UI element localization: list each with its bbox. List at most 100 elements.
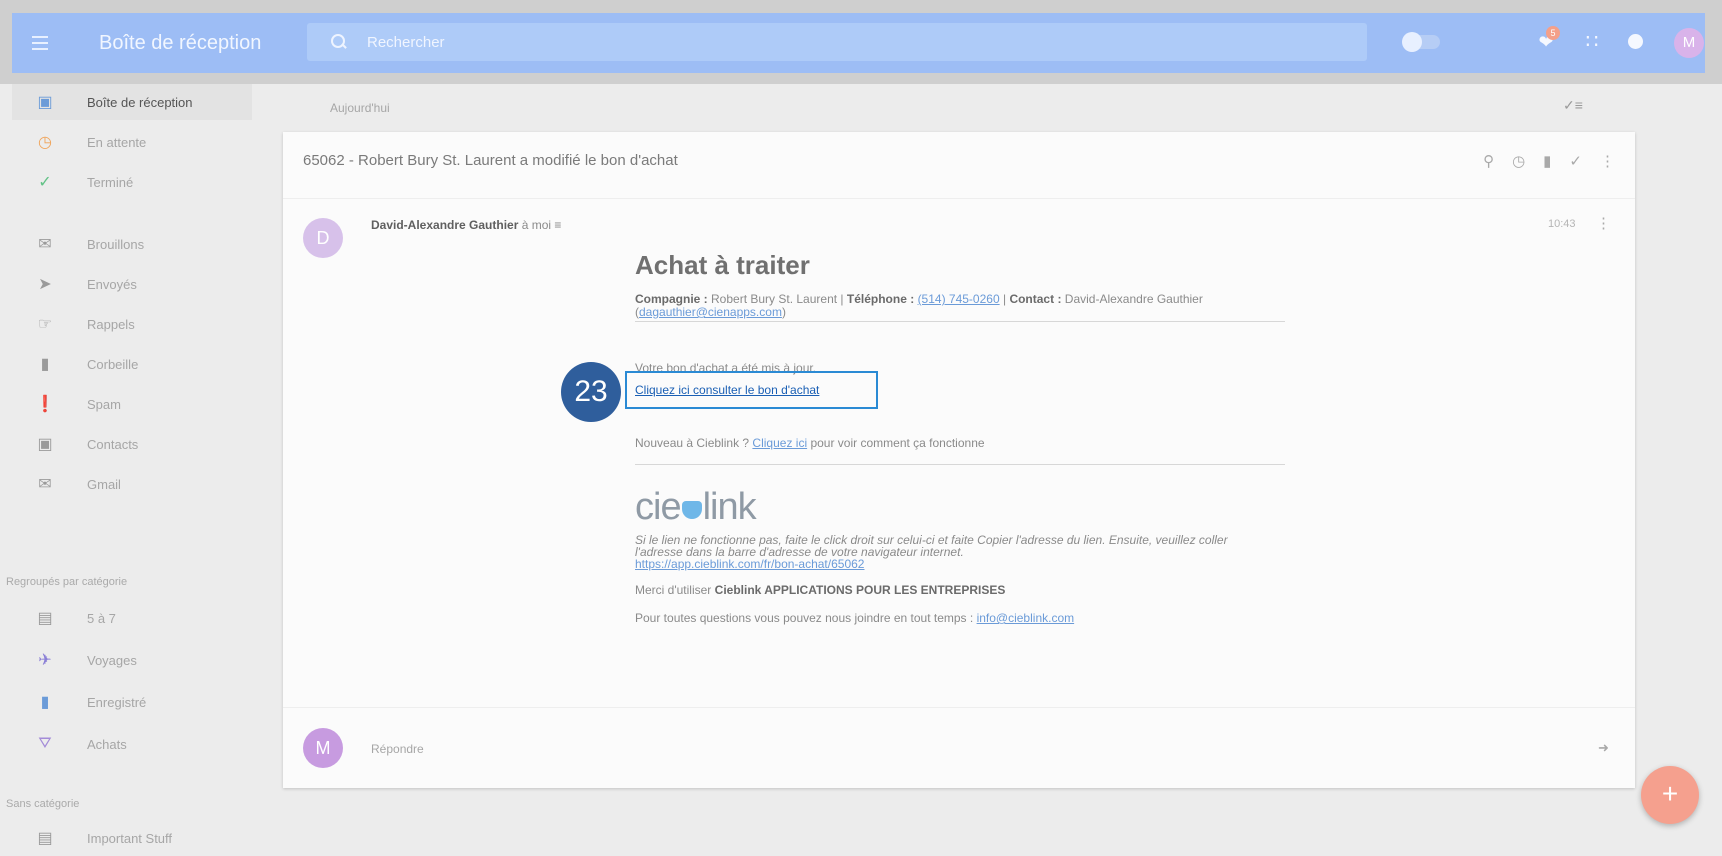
new-user-line: Nouveau à Cieblink ? Cliquez ici pour vo… [635, 436, 985, 450]
app-header: Boîte de réception ❤5 ∷ M [0, 0, 1722, 84]
contacts-icon: ▣ [37, 436, 53, 453]
support-line: Pour toutes questions vous pouvez nous j… [635, 611, 1074, 625]
step-number-badge: 23 [561, 362, 621, 422]
sender-name: David-Alexandre Gauthier [371, 218, 519, 232]
reply-button[interactable]: Répondre [371, 742, 424, 756]
sidebar-item-label: 5 à 7 [87, 610, 116, 626]
sidebar-item-label: Spam [87, 396, 121, 412]
thanks-line: Merci d'utiliser Cieblink APPLICATIONS P… [635, 583, 1005, 597]
sidebar-item-bundle-5a7[interactable]: ▤ 5 à 7 [12, 600, 252, 636]
cart-icon: ⛛ [38, 735, 52, 752]
uncategorized-heading: Sans catégorie [6, 798, 80, 810]
email-thread-card: 65062 - Robert Bury St. Laurent a modifi… [283, 132, 1635, 788]
app-title: Boîte de réception [99, 31, 262, 54]
sidebar-item-saved[interactable]: ▮ Enregistré [12, 684, 252, 720]
done-icon[interactable]: ✓ [1569, 152, 1582, 170]
sidebar-item-travel[interactable]: ✈ Voyages [12, 642, 252, 678]
reminder-icon: ☞ [37, 316, 53, 333]
phone-key: Téléphone : [846, 292, 915, 306]
gmail-icon: ✉ [38, 476, 52, 493]
sidebar-item-label: Terminé [87, 174, 134, 190]
sidebar-item-important-stuff[interactable]: ▤ Important Stuff [12, 820, 252, 856]
divider [283, 198, 1635, 199]
sidebar: ▣ Boîte de réception ◷ En attente ✓ Term… [6, 84, 262, 847]
sidebar-item-label: Achats [87, 736, 127, 752]
bookmark-icon: ▮ [40, 694, 50, 711]
plane-icon: ✈ [38, 652, 52, 669]
notification-badge: 5 [1546, 26, 1560, 40]
forward-icon[interactable]: ➜ [1598, 740, 1609, 756]
sidebar-item-label: Enregistré [87, 694, 147, 710]
highlight-box [625, 371, 878, 409]
logo-drop-icon [681, 501, 702, 519]
bundle-icon: ▤ [37, 830, 53, 847]
sidebar-item-spam[interactable]: ❗ Spam [12, 386, 252, 422]
menu-icon[interactable] [32, 36, 72, 50]
compose-fab[interactable]: + [1641, 766, 1699, 824]
sidebar-item-label: Important Stuff [87, 830, 173, 846]
bundle-icon: ▤ [37, 610, 53, 627]
user-avatar[interactable]: M [1674, 28, 1704, 58]
fallback-url-link[interactable]: https://app.cieblink.com/fr/bon-achat/65… [635, 557, 864, 571]
more-options-icon[interactable]: ⋮ [1600, 152, 1615, 170]
thanks-brand: Cieblink APPLICATIONS POUR LES ENTREPRIS… [714, 583, 1006, 597]
search-input[interactable] [367, 33, 967, 51]
clock-icon: ◷ [38, 134, 52, 151]
sender-avatar: D [303, 218, 343, 258]
details-toggle-icon[interactable]: ≡ [554, 218, 561, 232]
message-time: 10:43 [1548, 218, 1576, 230]
sidebar-item-trash[interactable]: ▮ Corbeille [12, 346, 252, 382]
tutorial-link[interactable]: Cliquez ici [752, 436, 807, 450]
mark-all-done-icon[interactable]: ✓≡ [1563, 97, 1583, 114]
snooze-icon[interactable]: ◷ [1512, 152, 1525, 170]
sidebar-item-gmail[interactable]: ✉ Gmail [12, 466, 252, 502]
new-user-prefix: Nouveau à Cieblink ? [635, 436, 750, 450]
search-bar[interactable] [307, 23, 1367, 61]
sidebar-item-label: Brouillons [87, 236, 145, 252]
contact-email-link[interactable]: dagauthier@cienapps.com [639, 305, 782, 319]
top-bar: Boîte de réception ❤5 ∷ M [12, 13, 1705, 73]
inbox-icon: ▣ [37, 94, 53, 111]
contact-key: Contact : [1009, 292, 1062, 306]
send-icon: ➤ [38, 276, 52, 293]
spam-icon: ❗ [35, 396, 55, 413]
divider [635, 464, 1285, 465]
sidebar-item-reminders[interactable]: ☞ Rappels [12, 306, 252, 342]
date-group-label: Aujourd'hui [330, 101, 390, 115]
logo-text-left: cie [635, 486, 682, 528]
sidebar-item-contacts[interactable]: ▣ Contacts [12, 426, 252, 462]
sidebar-item-sent[interactable]: ➤ Envoyés [12, 266, 252, 302]
reply-avatar: M [303, 728, 343, 768]
thanks-prefix: Merci d'utiliser [635, 583, 712, 597]
divider [283, 707, 1635, 708]
company-key: Compagnie : [635, 292, 708, 306]
thread-actions: ⚲ ◷ ▮ ✓ ⋮ [1483, 152, 1615, 170]
sidebar-item-purchases[interactable]: ⛛ Achats [12, 726, 252, 762]
logo-text-right: link [702, 486, 757, 528]
sidebar-item-label: Corbeille [87, 356, 139, 372]
sidebar-item-label: Envoyés [87, 276, 137, 292]
sidebar-item-label: Gmail [87, 476, 121, 492]
sender-line: David-Alexandre Gauthier à moi ≡ [371, 218, 561, 232]
fallback-note: Si le lien ne fonctionne pas, faite le c… [635, 534, 1275, 570]
message-more-icon[interactable]: ⋮ [1596, 214, 1611, 232]
apps-grid-icon[interactable]: ∷ [1580, 30, 1604, 54]
trash-icon: ▮ [40, 356, 50, 373]
phone-link[interactable]: (514) 745-0260 [918, 292, 1000, 306]
search-icon[interactable] [331, 34, 347, 50]
support-email-link[interactable]: info@cieblink.com [977, 611, 1075, 625]
sidebar-item-inbox[interactable]: ▣ Boîte de réception [12, 84, 252, 120]
divider [635, 321, 1285, 322]
sidebar-item-snoozed[interactable]: ◷ En attente [12, 124, 252, 160]
fallback-text: Si le lien ne fonctionne pas, faite le c… [635, 533, 1228, 559]
account-circle-icon[interactable] [1624, 30, 1648, 54]
pin-icon[interactable]: ⚲ [1483, 152, 1494, 170]
sidebar-item-drafts[interactable]: ✉ Brouillons [12, 226, 252, 262]
cieblink-logo: cie link [635, 486, 757, 529]
sidebar-item-label: Boîte de réception [87, 94, 193, 110]
delete-icon[interactable]: ▮ [1543, 152, 1551, 170]
pin-toggle[interactable] [1402, 32, 1440, 52]
sidebar-item-done[interactable]: ✓ Terminé [12, 164, 252, 200]
notifications-icon[interactable]: ❤ 5 [1534, 26, 1560, 54]
check-icon: ✓ [38, 174, 52, 191]
